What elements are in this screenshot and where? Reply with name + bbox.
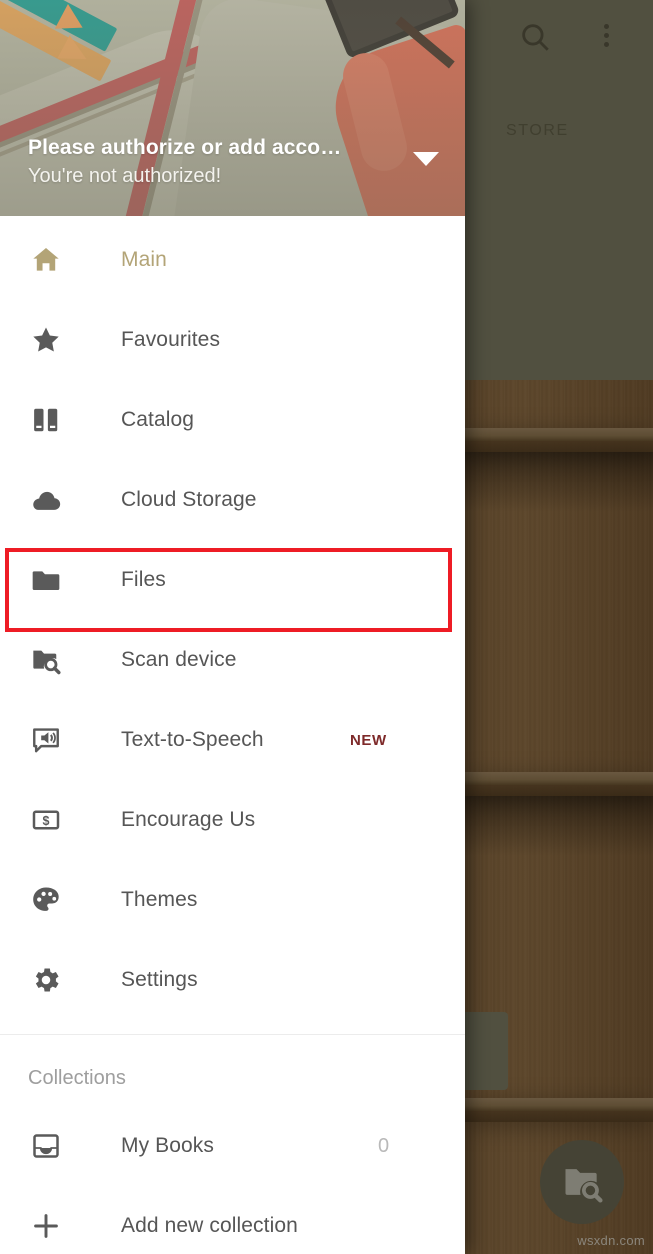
menu-item-main[interactable]: Main: [0, 220, 465, 300]
chevron-down-icon[interactable]: [413, 152, 439, 166]
gear-icon: [28, 962, 64, 998]
palette-icon: [28, 882, 64, 918]
menu-item-cloud-storage[interactable]: Cloud Storage: [0, 460, 465, 540]
menu-item-label: Catalog: [121, 408, 195, 431]
collections-list: My Books 0 Add new collection: [0, 1090, 465, 1254]
menu-item-catalog[interactable]: Catalog: [0, 380, 465, 460]
menu-item-label: Cloud Storage: [121, 488, 257, 511]
star-icon: [28, 322, 64, 358]
app-screen: STORE hing wsxdn.com: [0, 0, 653, 1254]
menu-item-label: Favourites: [121, 328, 221, 351]
menu-item-label: Settings: [121, 968, 198, 991]
shelf-board-2: [465, 772, 653, 785]
scan-folder-fab[interactable]: [540, 1140, 624, 1224]
menu-item-encourage-us[interactable]: $ Encourage Us: [0, 780, 465, 860]
menu-item-themes[interactable]: Themes: [0, 860, 465, 940]
collection-item-label: Add new collection: [121, 1214, 298, 1237]
navigation-drawer: Please authorize or add acco… You're not…: [0, 0, 465, 1254]
speaker-chat-icon: [28, 722, 64, 758]
shelf-shadow-2: [465, 796, 653, 856]
home-icon: [28, 242, 64, 278]
menu-item-text-to-speech[interactable]: Text-to-Speech NEW: [0, 700, 465, 780]
collection-item-count: 0: [378, 1134, 390, 1157]
search-icon[interactable]: [518, 20, 552, 59]
cloud-icon: [28, 482, 64, 518]
shelf-lip-3: [465, 1111, 653, 1122]
books-icon: [28, 402, 64, 438]
inbox-icon: [28, 1128, 64, 1164]
scan-folder-icon: [565, 1169, 603, 1203]
menu-item-favourites[interactable]: Favourites: [0, 300, 465, 380]
watermark: wsxdn.com: [577, 1233, 645, 1248]
folder-search-icon: [28, 642, 64, 678]
drawer-menu-list: Main Favourites Catalog Cloud Storage Fi…: [0, 216, 465, 1254]
shelf-lip-2: [465, 785, 653, 796]
menu-item-settings[interactable]: Settings: [0, 940, 465, 1020]
shelf-lip-1: [465, 441, 653, 452]
collections-section-label: Collections: [28, 1067, 126, 1089]
shelf-board-1: [465, 428, 653, 441]
menu-item-label: Encourage Us: [121, 808, 256, 831]
menu-item-files[interactable]: Files: [0, 540, 465, 620]
shelf-board-3: [465, 1098, 653, 1111]
folder-icon: [28, 562, 64, 598]
account-title: Please authorize or add acco…: [28, 136, 342, 159]
svg-text:$: $: [43, 814, 50, 828]
menu-item-label: Text-to-Speech: [121, 728, 264, 751]
menu-item-scan-device[interactable]: Scan device: [0, 620, 465, 700]
collection-item-label: My Books: [121, 1134, 214, 1157]
drawer-header[interactable]: Please authorize or add acco… You're not…: [0, 0, 465, 216]
plus-icon: [28, 1208, 64, 1244]
banknote-icon: $: [28, 802, 64, 838]
menu-item-label: Main: [121, 248, 167, 271]
more-vertical-icon[interactable]: [604, 20, 609, 51]
tab-store[interactable]: STORE: [506, 122, 569, 140]
collection-item-my-books[interactable]: My Books 0: [0, 1106, 465, 1186]
menu-item-label: Scan device: [121, 648, 237, 671]
status-badge-new: NEW: [350, 731, 387, 749]
shelf-shadow-1: [465, 452, 653, 512]
collection-item-add-new[interactable]: Add new collection: [0, 1186, 465, 1254]
menu-item-label: Themes: [121, 888, 198, 911]
menu-item-label: Files: [121, 568, 166, 591]
account-status: You're not authorized!: [28, 165, 222, 187]
account-block: Please authorize or add acco… You're not…: [28, 136, 405, 188]
